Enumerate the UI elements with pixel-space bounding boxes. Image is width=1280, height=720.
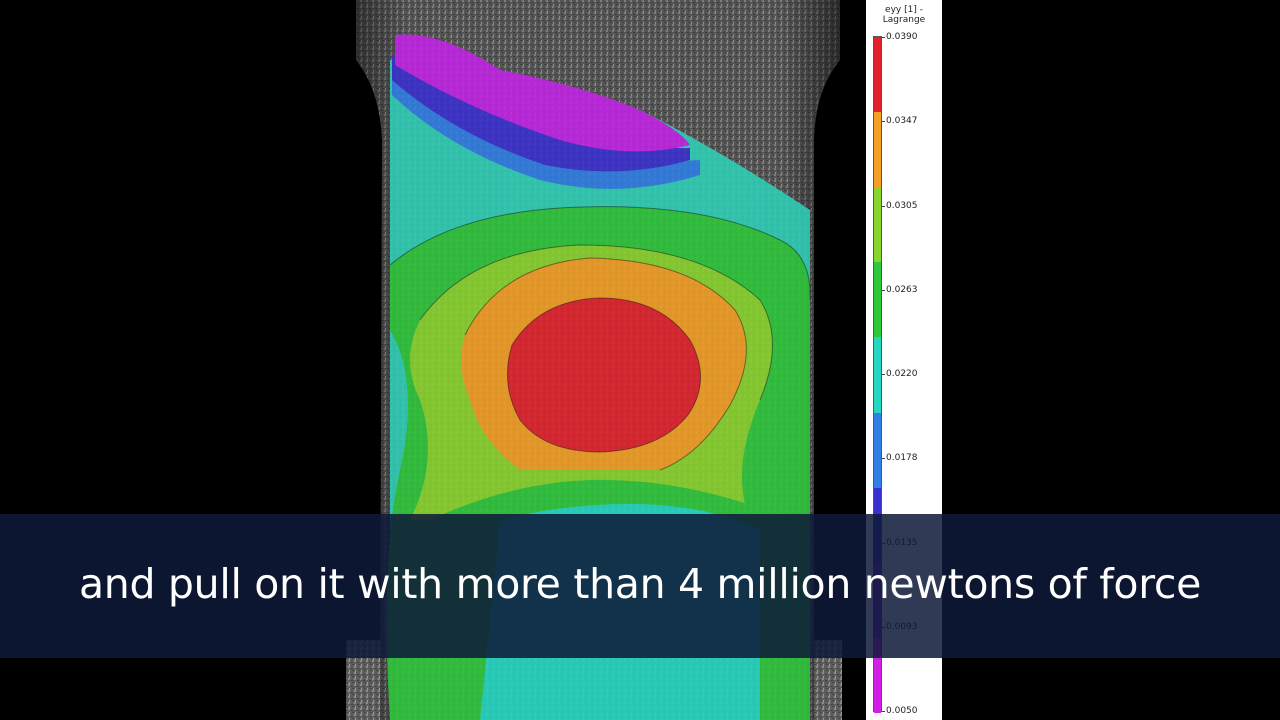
subtitle-text: and pull on it with more than 4 million … — [78, 560, 1202, 608]
legend-swatch — [874, 262, 881, 338]
legend-title: eyy [1] - Lagrange — [866, 5, 942, 25]
legend-tick-label: 0.0390 — [882, 32, 918, 42]
legend-swatch — [874, 412, 881, 488]
legend-tick-label: 0.0178 — [882, 453, 918, 464]
legend-swatch — [874, 337, 881, 413]
legend-swatch — [874, 112, 881, 188]
video-frame: eyy [1] - Lagrange 0.0390 0.0347 0.0305 0.0… — [0, 0, 1280, 720]
legend-swatch — [874, 187, 881, 263]
legend-tick-label: 0.0050 — [882, 706, 918, 716]
legend-tick-label: 0.0220 — [882, 369, 918, 379]
subtitle-band: and pull on it with more than 4 million … — [0, 514, 1280, 658]
legend-tick-label: 0.0263 — [882, 284, 918, 295]
legend-tick-label: 0.0347 — [882, 116, 918, 127]
legend-title-line2: Lagrange — [882, 15, 926, 25]
legend-title-line1: eyy [1] - — [885, 5, 923, 15]
legend-tick-label: 0.0305 — [882, 200, 918, 211]
legend-swatch — [874, 37, 881, 113]
